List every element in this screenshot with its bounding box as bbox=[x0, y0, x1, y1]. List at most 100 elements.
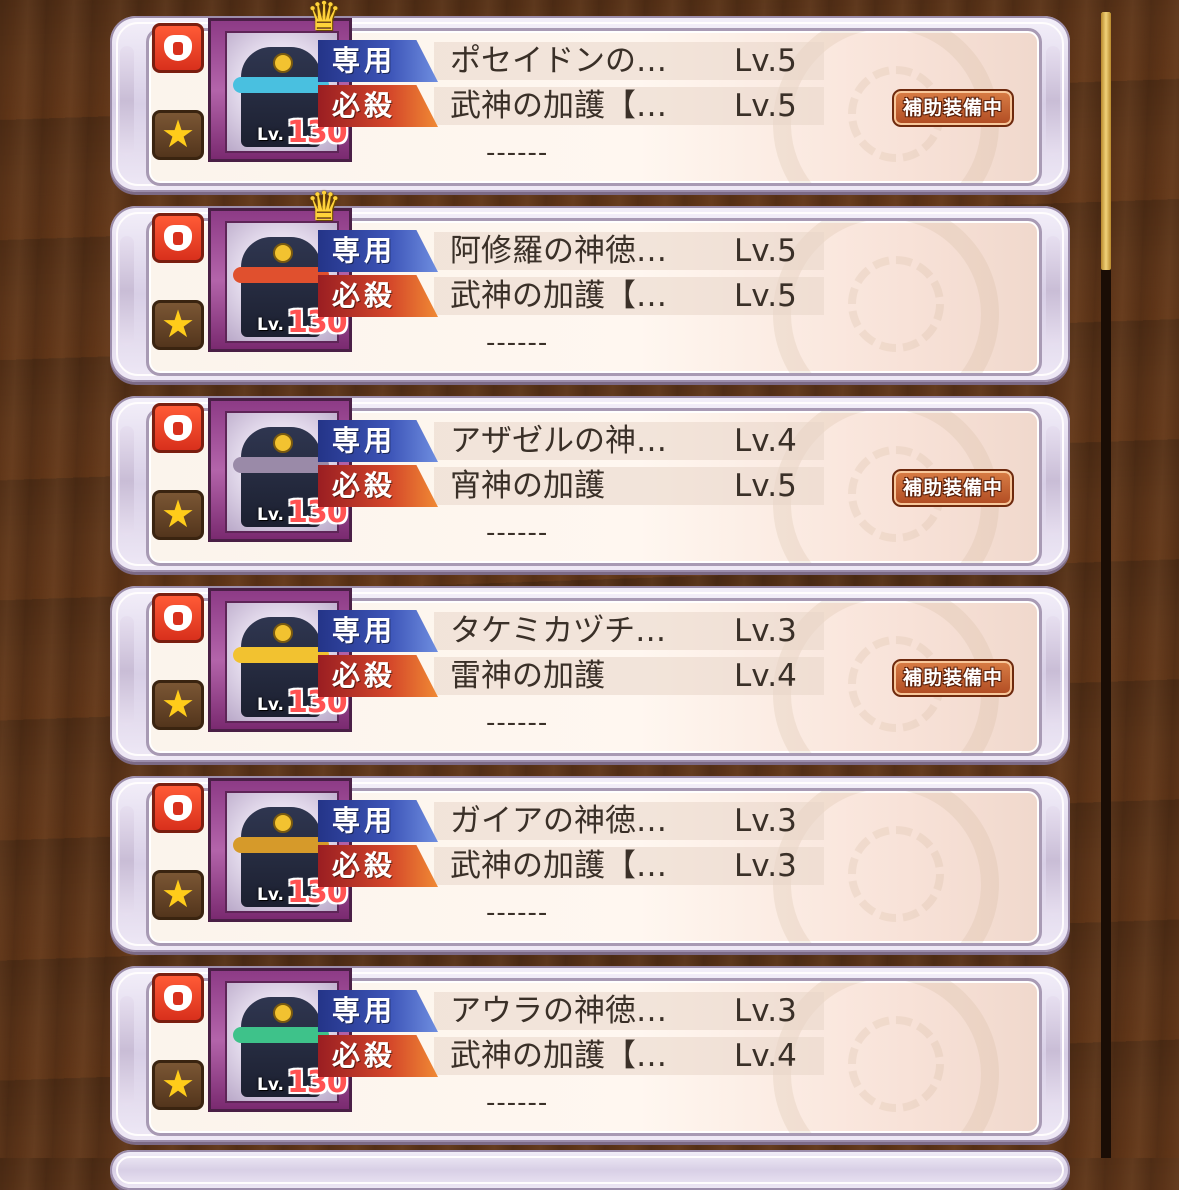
star-icon[interactable]: ★ bbox=[152, 870, 204, 920]
exclusive-tag: 専用 bbox=[318, 40, 438, 82]
empty-slot: ------ bbox=[486, 328, 549, 358]
special-skill-row: 必殺 武神の加護【… Lv.3 bbox=[318, 845, 824, 887]
level-label: Lv. bbox=[257, 125, 284, 145]
special-skill-level: Lv.4 bbox=[734, 658, 797, 694]
star-icon[interactable]: ★ bbox=[152, 490, 204, 540]
exclusive-tag: 専用 bbox=[318, 990, 438, 1032]
portrait-band bbox=[233, 77, 329, 93]
special-skill-name: 宵神の加護 bbox=[450, 468, 605, 504]
special-skill-name: 武神の加護【… bbox=[450, 848, 667, 884]
exclusive-skill-name: タケミカヅチ… bbox=[450, 613, 667, 649]
card-ornament-left bbox=[120, 426, 134, 536]
support-equipped-badge: 補助装備中 bbox=[892, 469, 1014, 507]
card-ornament-right bbox=[1046, 616, 1060, 726]
special-skill-name: 武神の加護【… bbox=[450, 1038, 667, 1074]
scrollbar[interactable] bbox=[1101, 12, 1111, 1158]
special-skill-row: 必殺 宵神の加護 Lv.5 bbox=[318, 465, 824, 507]
armor-icon[interactable] bbox=[152, 593, 204, 643]
empty-slot: ------ bbox=[486, 138, 549, 168]
special-tag: 必殺 bbox=[318, 845, 438, 887]
scrollbar-thumb[interactable] bbox=[1101, 12, 1111, 270]
star-icon[interactable]: ★ bbox=[152, 1060, 204, 1110]
level-label: Lv. bbox=[257, 885, 284, 905]
special-skill-level: Lv.5 bbox=[734, 278, 797, 314]
exclusive-skill-level: Lv.3 bbox=[734, 613, 797, 649]
level-label: Lv. bbox=[257, 315, 284, 335]
exclusive-skill-row: 専用 アザゼルの神… Lv.4 bbox=[318, 420, 824, 462]
star-icon[interactable]: ★ bbox=[152, 110, 204, 160]
background-emblem-inner bbox=[848, 826, 944, 922]
card-ornament-right bbox=[1046, 426, 1060, 536]
empty-slot: ------ bbox=[486, 1088, 549, 1118]
empty-slot: ------ bbox=[486, 708, 549, 738]
equipment-card[interactable]: ★ Lv. 130 ♛ 専用 ポセイドンの… Lv.5 必殺 武神の加護【… L… bbox=[110, 0, 1070, 192]
portrait-band bbox=[233, 837, 329, 853]
armor-icon[interactable] bbox=[152, 973, 204, 1023]
special-tag: 必殺 bbox=[318, 465, 438, 507]
portrait-band bbox=[233, 457, 329, 473]
equipment-card[interactable]: ★ Lv. 130 ♛ 専用 ガイアの神徳… Lv.3 必殺 武神の加護【… L… bbox=[110, 776, 1070, 952]
card-ornament-left bbox=[120, 616, 134, 726]
exclusive-skill-row: 専用 アウラの神徳… Lv.3 bbox=[318, 990, 824, 1032]
armor-icon[interactable] bbox=[152, 23, 204, 73]
exclusive-tag: 専用 bbox=[318, 800, 438, 842]
star-icon[interactable]: ★ bbox=[152, 300, 204, 350]
portrait-band bbox=[233, 267, 329, 283]
level-label: Lv. bbox=[257, 505, 284, 525]
exclusive-skill-name: アウラの神徳… bbox=[450, 993, 667, 1029]
exclusive-skill-row: 専用 タケミカヅチ… Lv.3 bbox=[318, 610, 824, 652]
exclusive-skill-row: 専用 ポセイドンの… Lv.5 bbox=[318, 40, 824, 82]
card-ornament-right bbox=[1046, 46, 1060, 156]
exclusive-skill-level: Lv.3 bbox=[734, 803, 797, 839]
card-ornament-left bbox=[120, 46, 134, 156]
card-ornament-right bbox=[1046, 806, 1060, 916]
crown-icon: ♛ bbox=[306, 0, 342, 40]
exclusive-tag: 専用 bbox=[318, 230, 438, 272]
card-ornament-left bbox=[120, 996, 134, 1106]
equipment-card[interactable]: ★ Lv. 130 ♛ 専用 タケミカヅチ… Lv.3 必殺 雷神の加護 Lv.… bbox=[110, 586, 1070, 762]
exclusive-skill-level: Lv.5 bbox=[734, 233, 797, 269]
card-ornament-left bbox=[120, 806, 134, 916]
card-ornament-right bbox=[1046, 996, 1060, 1106]
exclusive-skill-level: Lv.3 bbox=[734, 993, 797, 1029]
card-ornament-right bbox=[1046, 236, 1060, 346]
special-skill-row: 必殺 武神の加護【… Lv.5 bbox=[318, 85, 824, 127]
card-ornament-left bbox=[120, 236, 134, 346]
exclusive-skill-level: Lv.4 bbox=[734, 423, 797, 459]
exclusive-skill-name: ガイアの神徳… bbox=[450, 803, 667, 839]
armor-icon[interactable] bbox=[152, 213, 204, 263]
exclusive-skill-row: 専用 阿修羅の神徳… Lv.5 bbox=[318, 230, 824, 272]
special-skill-name: 武神の加護【… bbox=[450, 278, 667, 314]
special-skill-level: Lv.5 bbox=[734, 468, 797, 504]
crown-icon: ♛ bbox=[306, 184, 342, 230]
special-tag: 必殺 bbox=[318, 275, 438, 317]
level-label: Lv. bbox=[257, 1075, 284, 1095]
equipment-card[interactable]: ★ Lv. 130 ♛ 専用 アウラの神徳… Lv.3 必殺 武神の加護【… L… bbox=[110, 966, 1070, 1142]
exclusive-skill-name: ポセイドンの… bbox=[450, 43, 667, 79]
equipment-list: ★ Lv. 130 ♛ 専用 ポセイドンの… Lv.5 必殺 武神の加護【… L… bbox=[0, 0, 1179, 1190]
equipment-card[interactable]: ★ Lv. 130 ♛ 専用 阿修羅の神徳… Lv.5 必殺 武神の加護【… L… bbox=[110, 187, 1070, 382]
armor-icon[interactable] bbox=[152, 783, 204, 833]
special-skill-row: 必殺 武神の加護【… Lv.4 bbox=[318, 1035, 824, 1077]
empty-slot: ------ bbox=[486, 898, 549, 928]
special-skill-level: Lv.3 bbox=[734, 848, 797, 884]
support-equipped-badge: 補助装備中 bbox=[892, 89, 1014, 127]
special-skill-level: Lv.5 bbox=[734, 88, 797, 124]
support-equipped-badge: 補助装備中 bbox=[892, 659, 1014, 697]
special-tag: 必殺 bbox=[318, 85, 438, 127]
armor-icon[interactable] bbox=[152, 403, 204, 453]
special-skill-name: 雷神の加護 bbox=[450, 658, 605, 694]
equipment-card-partial[interactable] bbox=[110, 1150, 1070, 1190]
background-emblem-inner bbox=[848, 1016, 944, 1112]
exclusive-skill-level: Lv.5 bbox=[734, 43, 797, 79]
exclusive-skill-name: 阿修羅の神徳… bbox=[450, 233, 667, 269]
special-tag: 必殺 bbox=[318, 655, 438, 697]
empty-slot: ------ bbox=[486, 518, 549, 548]
special-skill-row: 必殺 雷神の加護 Lv.4 bbox=[318, 655, 824, 697]
equipment-card[interactable]: ★ Lv. 130 ♛ 専用 アザゼルの神… Lv.4 必殺 宵神の加護 Lv.… bbox=[110, 396, 1070, 572]
portrait-band bbox=[233, 1027, 329, 1043]
special-skill-row: 必殺 武神の加護【… Lv.5 bbox=[318, 275, 824, 317]
portrait-band bbox=[233, 647, 329, 663]
star-icon[interactable]: ★ bbox=[152, 680, 204, 730]
special-skill-name: 武神の加護【… bbox=[450, 88, 667, 124]
